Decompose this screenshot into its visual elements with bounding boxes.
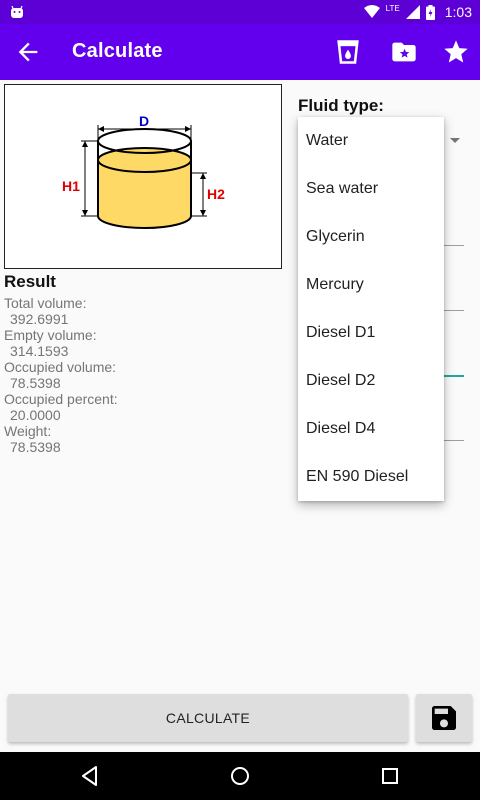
- folder-star-icon[interactable]: [390, 38, 418, 66]
- page-title: Calculate: [72, 40, 163, 62]
- total-volume-label: Total volume:: [4, 295, 87, 311]
- dropdown-item-mercury[interactable]: Mercury: [298, 261, 444, 309]
- occupied-volume-label: Occupied volume:: [4, 359, 117, 375]
- dropdown-item-water[interactable]: Water: [298, 117, 444, 165]
- h2-label: H2: [207, 186, 225, 202]
- weight-label: Weight:: [4, 423, 52, 439]
- dropdown-item-diesel-d1[interactable]: Diesel D1: [298, 309, 444, 357]
- status-bar: LTE 1:03: [0, 0, 480, 24]
- weight-value: 78.5398: [10, 439, 61, 455]
- recents-square-icon[interactable]: [378, 764, 402, 788]
- empty-volume-value: 314.1593: [10, 343, 69, 359]
- cup-icon[interactable]: [334, 38, 362, 66]
- dropdown-item-en590-diesel[interactable]: EN 590 Diesel: [298, 453, 444, 501]
- calculate-button[interactable]: CALCULATE: [8, 694, 408, 742]
- lte-signal-icon: [405, 5, 420, 19]
- home-circle-icon[interactable]: [228, 764, 252, 788]
- dropdown-item-diesel-d2[interactable]: Diesel D2: [298, 357, 444, 405]
- occupied-percent-label: Occupied percent:: [4, 391, 118, 407]
- back-arrow-icon[interactable]: [14, 38, 42, 66]
- back-triangle-icon[interactable]: [78, 764, 102, 788]
- navigation-bar: [0, 752, 480, 800]
- h1-label: H1: [62, 178, 80, 194]
- dropdown-item-diesel-d4[interactable]: Diesel D4: [298, 405, 444, 453]
- lte-label: LTE: [385, 3, 400, 13]
- fluid-type-dropdown[interactable]: Water Sea water Glycerin Mercury Diesel …: [298, 117, 444, 501]
- occupied-volume-value: 78.5398: [10, 375, 61, 391]
- save-button[interactable]: [416, 694, 472, 742]
- occupied-percent-value: 20.0000: [10, 407, 61, 423]
- dropdown-item-glycerin[interactable]: Glycerin: [298, 213, 444, 261]
- wifi-icon: [363, 5, 380, 18]
- app-bar: Calculate: [0, 24, 480, 80]
- star-icon[interactable]: [442, 38, 470, 66]
- dropdown-item-sea-water[interactable]: Sea water: [298, 165, 444, 213]
- result-section: Result Total volume: 392.6991 Empty volu…: [4, 272, 284, 455]
- total-volume-value: 392.6991: [10, 311, 69, 327]
- spinner-arrow-icon[interactable]: [450, 138, 460, 143]
- clock: 1:03: [444, 4, 472, 20]
- cylinder-diagram: D H1 H2: [62, 113, 225, 229]
- empty-volume-label: Empty volume:: [4, 327, 97, 343]
- android-icon: [11, 5, 23, 18]
- battery-icon: [425, 4, 435, 20]
- fluid-type-label: Fluid type:: [298, 96, 384, 115]
- result-heading: Result: [4, 272, 56, 291]
- diameter-label: D: [139, 113, 149, 129]
- save-icon: [432, 706, 456, 730]
- tank-diagram: D H1 H2: [4, 84, 282, 269]
